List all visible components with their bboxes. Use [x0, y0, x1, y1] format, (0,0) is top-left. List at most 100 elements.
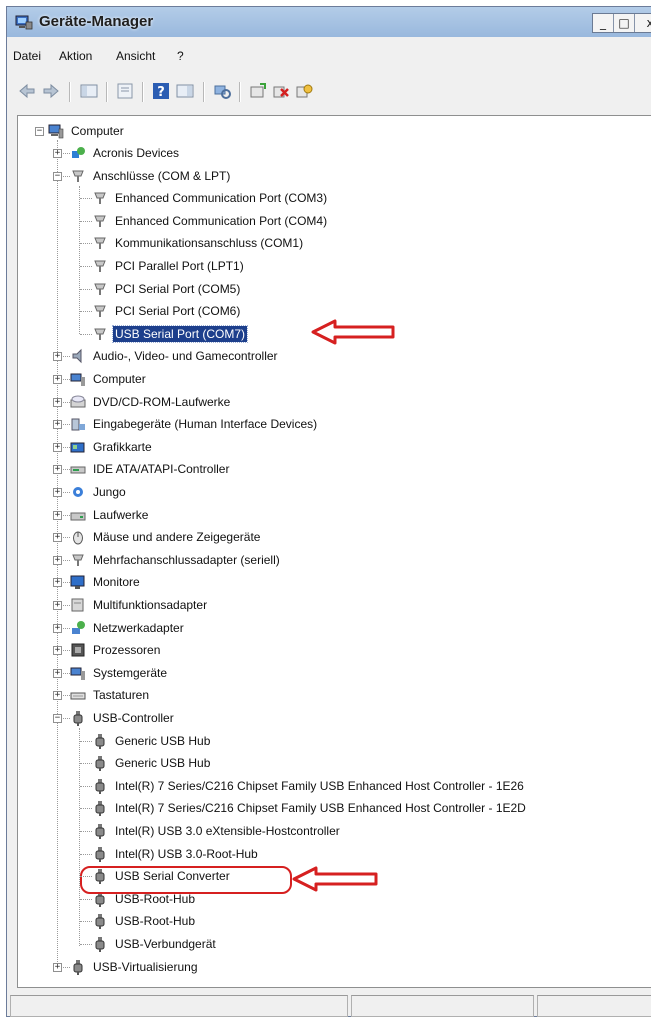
expand-toggle[interactable]: +	[53, 963, 62, 972]
tree-connector	[63, 379, 70, 380]
tree-device-intel-r-7-series-c216-chipset-family-usb-enhanced-host-controller-1e26[interactable]: Intel(R) 7 Series/C216 Chipset Family US…	[92, 775, 526, 797]
tree-device-pci-serial-port-com6[interactable]: PCI Serial Port (COM6)	[92, 300, 242, 322]
tree-connector	[80, 854, 92, 855]
port-icon	[94, 215, 106, 227]
tree-connector	[80, 741, 92, 742]
tree-category-prozessoren[interactable]: Prozessoren	[70, 639, 162, 661]
grafikkarte-icon	[70, 442, 85, 453]
menu-aktion[interactable]: Aktion	[59, 49, 92, 63]
expand-toggle[interactable]: +	[53, 398, 62, 407]
action-view-icon[interactable]	[175, 81, 195, 101]
tree-device-kommunikationsanschluss-com1[interactable]: Kommunikationsanschluss (COM1)	[92, 232, 305, 254]
expand-toggle[interactable]: +	[53, 669, 62, 678]
expand-toggle[interactable]: +	[53, 691, 62, 700]
tree-category-netzwerkadapter[interactable]: Netzwerkadapter	[70, 617, 186, 639]
forward-icon[interactable]	[41, 81, 61, 101]
tree-category-jungo[interactable]: Jungo	[70, 481, 128, 503]
collapse-toggle[interactable]: −	[53, 172, 62, 181]
tree-connector	[63, 560, 70, 561]
tree-device-intel-r-usb-3-0-extensible-hostcontroller[interactable]: Intel(R) USB 3.0 eXtensible-Hostcontroll…	[92, 820, 342, 842]
tree-device-usb-root-hub[interactable]: USB-Root-Hub	[92, 910, 197, 932]
properties-icon[interactable]	[115, 81, 135, 101]
maximize-button[interactable]: □	[614, 14, 635, 32]
tree-category-grafikkarte[interactable]: Grafikkarte	[70, 436, 154, 458]
tree-category-usb-virtualisierung[interactable]: USB-Virtualisierung	[70, 956, 200, 978]
menu-ansicht[interactable]: Ansicht	[116, 49, 155, 63]
tree-device-generic-usb-hub[interactable]: Generic USB Hub	[92, 752, 212, 774]
tree-root-computer[interactable]: Computer	[48, 120, 126, 142]
expand-toggle[interactable]: +	[53, 149, 62, 158]
close-button[interactable]: x	[635, 14, 651, 32]
expand-toggle[interactable]: +	[53, 533, 62, 542]
tree-category-laufwerke[interactable]: Laufwerke	[70, 504, 150, 526]
tree-category-tastaturen[interactable]: Tastaturen	[70, 684, 151, 706]
tree-device-pci-parallel-port-lpt1[interactable]: PCI Parallel Port (LPT1)	[92, 255, 246, 277]
tree-item-label: USB-Verbundgerät	[115, 937, 216, 951]
tree-category-multifunktionsadapter[interactable]: Multifunktionsadapter	[70, 594, 209, 616]
menu-datei[interactable]: Datei	[13, 49, 41, 63]
tree-category-eingabegerate-human-interface-devices[interactable]: Eingabegeräte (Human Interface Devices)	[70, 413, 319, 435]
collapse-toggle[interactable]: −	[53, 714, 62, 723]
tree-connector	[63, 628, 70, 629]
window-title: Geräte-Manager	[39, 13, 154, 30]
expand-toggle[interactable]: +	[53, 488, 62, 497]
tree-category-audio-video-und-gamecontroller[interactable]: Audio-, Video- und Gamecontroller	[70, 345, 280, 367]
tree-item-label: Mehrfachanschlussadapter (seriell)	[93, 553, 280, 567]
collapse-toggle[interactable]: −	[35, 127, 44, 136]
tree-category-ide-ata-atapi-controller[interactable]: IDE ATA/ATAPI-Controller	[70, 458, 231, 480]
expand-toggle[interactable]: +	[53, 601, 62, 610]
toolbar-separator	[239, 82, 241, 102]
device-manager-window: Geräte-Manager _ □ x Datei Aktion Ansich…	[6, 6, 651, 1017]
expand-toggle[interactable]: +	[53, 578, 62, 587]
tree-device-intel-r-7-series-c216-chipset-family-usb-enhanced-host-controller-1e2d[interactable]: Intel(R) 7 Series/C216 Chipset Family US…	[92, 797, 528, 819]
tree-category-anschlusse-com-lpt[interactable]: Anschlüsse (COM & LPT)	[70, 165, 232, 187]
tree-device-enhanced-communication-port-com4[interactable]: Enhanced Communication Port (COM4)	[92, 210, 329, 232]
expand-toggle[interactable]: +	[53, 465, 62, 474]
expand-toggle[interactable]: +	[53, 443, 62, 452]
update-driver-icon[interactable]	[248, 81, 268, 101]
usb-icon	[95, 914, 105, 929]
port-icon	[94, 328, 106, 340]
tree-device-usb-serial-port-com7[interactable]: USB Serial Port (COM7)	[92, 323, 249, 345]
tree-device-intel-r-usb-3-0-root-hub[interactable]: Intel(R) USB 3.0-Root-Hub	[92, 843, 260, 865]
tree-category-systemgerate[interactable]: Systemgeräte	[70, 662, 169, 684]
tree-category-acronis-devices[interactable]: Acronis Devices	[70, 142, 181, 164]
tree-connector	[80, 763, 92, 764]
tree-category-dvd-cd-rom-laufwerke[interactable]: DVD/CD-ROM-Laufwerke	[70, 391, 232, 413]
usb-icon	[95, 779, 105, 794]
tree-device-enhanced-communication-port-com3[interactable]: Enhanced Communication Port (COM3)	[92, 187, 329, 209]
minimize-button[interactable]: _	[593, 14, 614, 32]
tree-category-monitore[interactable]: Monitore	[70, 571, 142, 593]
monitore-icon	[70, 575, 85, 589]
expand-toggle[interactable]: +	[53, 556, 62, 565]
tree-category-mause-und-andere-zeigegerate[interactable]: Mäuse und andere Zeigegeräte	[70, 526, 262, 548]
expand-toggle[interactable]: +	[53, 375, 62, 384]
device-tree[interactable]: − Computer Acronis Devices Anschlüsse (CO…	[17, 115, 651, 988]
help-icon[interactable]: ?	[151, 81, 171, 101]
tree-category-usb-controller[interactable]: USB-Controller	[70, 707, 176, 729]
tree-connector	[63, 402, 70, 403]
tree-category-mehrfachanschlussadapter-seriell[interactable]: Mehrfachanschlussadapter (seriell)	[70, 549, 282, 571]
tree-device-pci-serial-port-com5[interactable]: PCI Serial Port (COM5)	[92, 278, 242, 300]
show-hide-tree-icon[interactable]	[79, 81, 99, 101]
tree-device-usb-verbundgerat[interactable]: USB-Verbundgerät	[92, 933, 218, 955]
tree-item-label: Tastaturen	[93, 688, 150, 702]
tree-item-label: Acronis Devices	[93, 146, 180, 160]
uninstall-icon[interactable]	[271, 81, 291, 101]
expand-toggle[interactable]: +	[53, 646, 62, 655]
disable-icon[interactable]	[294, 81, 314, 101]
tree-item-label: Kommunikationsanschluss (COM1)	[115, 236, 304, 250]
tree-device-generic-usb-hub[interactable]: Generic USB Hub	[92, 730, 212, 752]
title-bar[interactable]: Geräte-Manager _ □ x	[7, 7, 651, 37]
tree-connector	[80, 334, 92, 335]
expand-toggle[interactable]: +	[53, 511, 62, 520]
port-icon	[72, 170, 84, 182]
menu-help[interactable]: ?	[177, 49, 184, 63]
scan-hardware-icon[interactable]	[212, 81, 232, 101]
back-icon[interactable]	[17, 81, 37, 101]
expand-toggle[interactable]: +	[53, 420, 62, 429]
expand-toggle[interactable]: +	[53, 624, 62, 633]
status-pane	[10, 995, 348, 1017]
expand-toggle[interactable]: +	[53, 352, 62, 361]
tree-category-computer[interactable]: Computer	[70, 368, 148, 390]
